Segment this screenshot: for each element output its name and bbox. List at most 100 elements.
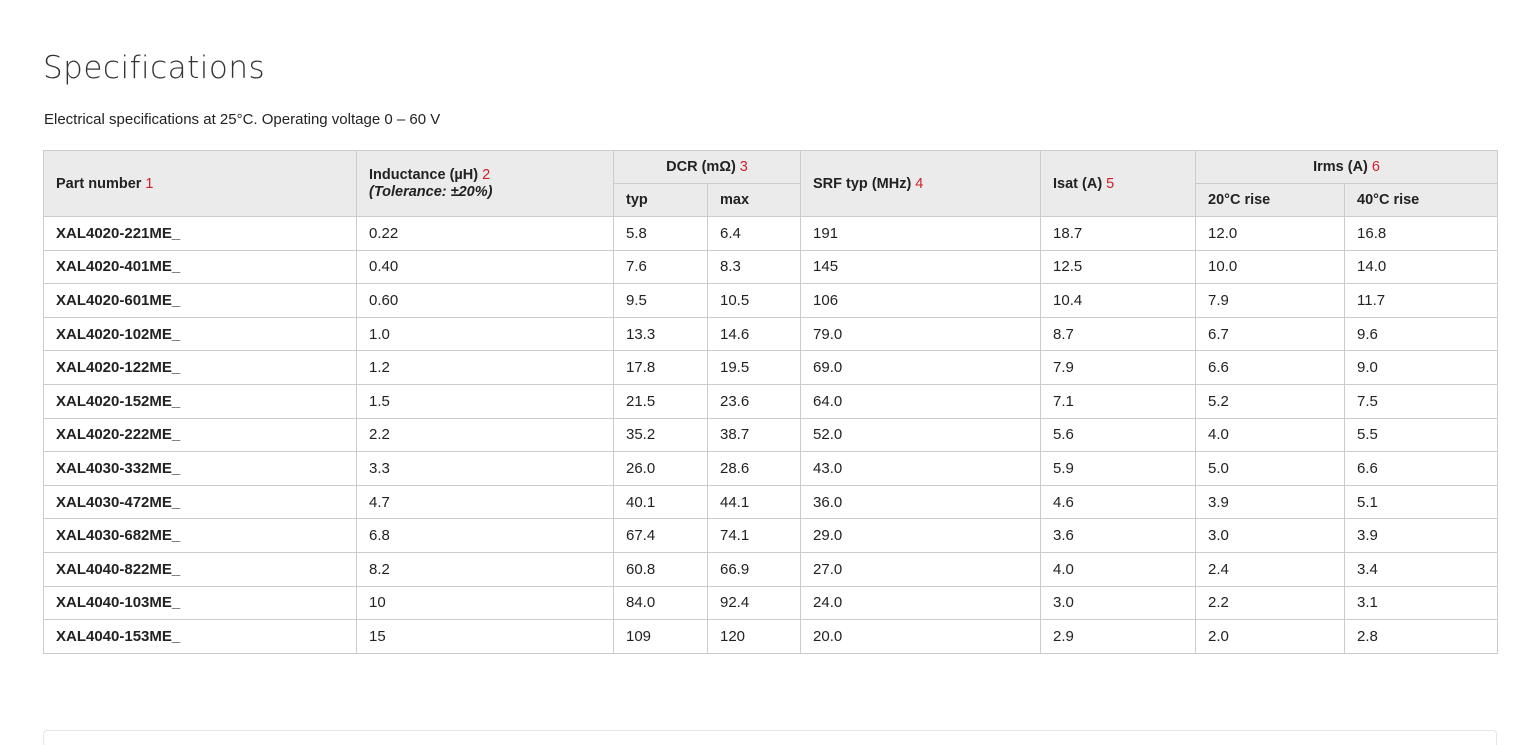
cell-part-number[interactable]: XAL4020-152ME_ [43, 383, 357, 419]
specifications-table: Part number 1 Inductance (µH) 2 (Tolerance… [43, 150, 1499, 654]
table-row: XAL4030-472ME_ 4.7 40.1 44.1 36.0 4.6 3.9 5.1 [43, 484, 1499, 520]
cell-part-number[interactable]: XAL4040-103ME_ [43, 585, 357, 621]
cell-dcr-max: 8.3 [706, 249, 802, 285]
header-label: Inductance (µH) [369, 167, 479, 183]
cell-part-number[interactable]: XAL4030-472ME_ [43, 484, 357, 520]
cell-part-number[interactable]: XAL4020-401ME_ [43, 249, 357, 285]
cell-srf: 20.0 [800, 619, 1042, 654]
cell-inductance: 0.60 [356, 283, 614, 318]
cell-irms-40c: 9.6 [1344, 316, 1499, 352]
cell-srf: 145 [800, 249, 1042, 285]
header-dcr-typ[interactable]: typ [613, 183, 708, 217]
cell-isat: 8.7 [1040, 316, 1197, 352]
cell-dcr-max: 38.7 [706, 417, 802, 453]
table-row: XAL4040-822ME_ 8.2 60.8 66.9 27.0 4.0 2.4 3.4 [43, 551, 1499, 587]
cell-isat: 3.6 [1040, 518, 1197, 553]
cell-isat: 5.9 [1040, 451, 1197, 486]
cell-part-number[interactable]: XAL4020-122ME_ [43, 350, 357, 385]
cell-irms-20c: 6.7 [1195, 316, 1346, 352]
cell-part-number[interactable]: XAL4040-822ME_ [43, 551, 357, 587]
header-label: Isat (A) [1053, 175, 1103, 192]
footnote-link[interactable]: 5 [1106, 176, 1114, 192]
cell-part-number[interactable]: XAL4020-222ME_ [43, 417, 357, 453]
cell-srf: 24.0 [800, 585, 1042, 621]
cell-dcr-typ: 60.8 [613, 551, 708, 587]
cell-isat: 3.0 [1040, 585, 1197, 621]
header-dcr: DCR (mΩ) 3 [612, 150, 802, 184]
footnote-link[interactable]: 2 [482, 167, 490, 183]
cell-dcr-typ: 7.6 [613, 249, 708, 285]
cell-isat: 4.0 [1040, 551, 1197, 587]
cell-part-number[interactable]: XAL4020-601ME_ [43, 283, 357, 318]
cell-inductance: 2.2 [356, 417, 614, 453]
footnote-link[interactable]: 4 [915, 176, 923, 192]
cell-dcr-max: 74.1 [706, 518, 802, 553]
cell-inductance: 0.40 [356, 249, 614, 285]
table-row: XAL4030-332ME_ 3.3 26.0 28.6 43.0 5.9 5.0 6.6 [43, 451, 1499, 486]
cell-srf: 106 [800, 283, 1042, 318]
cell-isat: 5.6 [1040, 417, 1197, 453]
cell-part-number[interactable]: XAL4040-153ME_ [43, 619, 357, 654]
cell-dcr-typ: 13.3 [613, 316, 708, 352]
table-row: XAL4020-152ME_ 1.5 21.5 23.6 64.0 7.1 5.2 7.5 [43, 383, 1499, 419]
header-irms-20c[interactable]: 20°C rise [1195, 183, 1346, 217]
cell-part-number[interactable]: XAL4020-102ME_ [43, 316, 357, 352]
footnote-link[interactable]: 1 [145, 176, 153, 192]
footnote-link[interactable]: 6 [1372, 159, 1380, 175]
section-subtitle: Electrical specifications at 25°C. Opera… [44, 111, 441, 128]
header-label: Part number [56, 175, 142, 192]
cell-srf: 27.0 [800, 551, 1042, 587]
cell-part-number[interactable]: XAL4030-682ME_ [43, 518, 357, 553]
table-row: XAL4040-103ME_ 10 84.0 92.4 24.0 3.0 2.2 3.1 [43, 585, 1499, 621]
header-inductance[interactable]: Inductance (µH) 2 (Tolerance: ±20%) [356, 150, 614, 217]
cell-irms-20c: 12.0 [1195, 216, 1346, 251]
cell-inductance: 1.2 [356, 350, 614, 385]
table-row: XAL4030-682ME_ 6.8 67.4 74.1 29.0 3.6 3.0 3.9 [43, 518, 1499, 553]
cell-part-number[interactable]: XAL4030-332ME_ [43, 451, 357, 486]
cell-irms-40c: 5.1 [1344, 484, 1499, 520]
header-irms: Irms (A) 6 [1195, 150, 1499, 184]
cell-irms-20c: 2.2 [1195, 585, 1346, 621]
cell-irms-40c: 5.5 [1344, 417, 1499, 453]
cell-dcr-typ: 40.1 [613, 484, 708, 520]
table-row: XAL4020-401ME_ 0.40 7.6 8.3 145 12.5 10.0 14.0 [43, 249, 1499, 285]
header-dcr-max[interactable]: max [706, 183, 802, 217]
cell-inductance: 10 [356, 585, 614, 621]
cell-irms-20c: 5.2 [1195, 383, 1346, 419]
cell-isat: 7.9 [1040, 350, 1197, 385]
cell-srf: 79.0 [800, 316, 1042, 352]
cell-dcr-typ: 26.0 [613, 451, 708, 486]
cell-irms-20c: 7.9 [1195, 283, 1346, 318]
header-isat[interactable]: Isat (A) 5 [1040, 150, 1197, 217]
cell-dcr-typ: 5.8 [613, 216, 708, 251]
cell-srf: 191 [800, 216, 1042, 251]
cell-dcr-max: 28.6 [706, 451, 802, 486]
cell-inductance: 1.5 [356, 383, 614, 419]
cell-dcr-typ: 21.5 [613, 383, 708, 419]
cell-irms-20c: 3.0 [1195, 518, 1346, 553]
cell-dcr-typ: 9.5 [613, 283, 708, 318]
cell-irms-20c: 10.0 [1195, 249, 1346, 285]
header-irms-40c[interactable]: 40°C rise [1344, 183, 1499, 217]
cell-irms-20c: 3.9 [1195, 484, 1346, 520]
header-srf[interactable]: SRF typ (MHz) 4 [800, 150, 1042, 217]
cell-irms-20c: 6.6 [1195, 350, 1346, 385]
footnote-link[interactable]: 3 [740, 159, 748, 175]
cell-dcr-typ: 17.8 [613, 350, 708, 385]
cell-inductance: 8.2 [356, 551, 614, 587]
table-row: XAL4020-122ME_ 1.2 17.8 19.5 69.0 7.9 6.6 9.0 [43, 350, 1499, 385]
section-title: Specifications [43, 50, 266, 86]
cell-dcr-typ: 35.2 [613, 417, 708, 453]
cell-isat: 10.4 [1040, 283, 1197, 318]
cell-inductance: 15 [356, 619, 614, 654]
cell-dcr-max: 92.4 [706, 585, 802, 621]
cell-irms-40c: 3.9 [1344, 518, 1499, 553]
cell-irms-20c: 2.0 [1195, 619, 1346, 654]
cell-dcr-max: 14.6 [706, 316, 802, 352]
cell-part-number[interactable]: XAL4020-221ME_ [43, 216, 357, 251]
cell-inductance: 1.0 [356, 316, 614, 352]
cell-srf: 36.0 [800, 484, 1042, 520]
cell-irms-20c: 2.4 [1195, 551, 1346, 587]
header-part-number[interactable]: Part number 1 [43, 150, 357, 217]
cell-inductance: 3.3 [356, 451, 614, 486]
